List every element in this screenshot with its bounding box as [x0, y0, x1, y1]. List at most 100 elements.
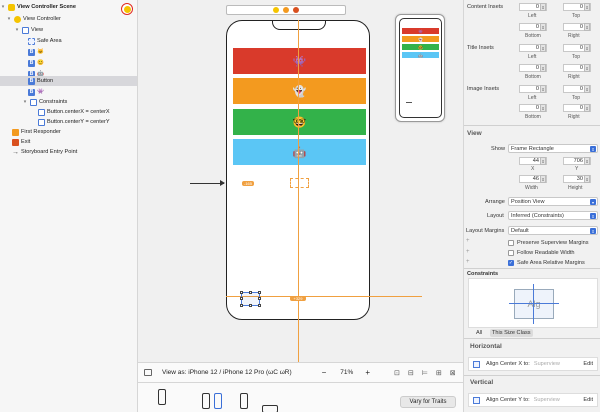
selected-button[interactable]	[240, 291, 261, 307]
constraints-tab-size-class[interactable]: This Size Class	[490, 329, 533, 337]
resize-handle[interactable]	[249, 304, 252, 307]
layout-popup[interactable]: Inferred (Constraints) ⇕	[508, 211, 598, 220]
outline-item-constraints[interactable]: ▾ Constraints	[22, 97, 67, 107]
outline-label: First Responder	[21, 129, 61, 135]
stepper-icon[interactable]: ⇕	[584, 64, 590, 72]
robot-button[interactable]: 🤖	[233, 139, 366, 165]
stepper-icon[interactable]: ⇕	[540, 44, 546, 52]
stepper-icon[interactable]: ⇕	[540, 157, 546, 165]
superview-label: Superview	[533, 397, 560, 403]
resize-handle[interactable]	[258, 297, 261, 300]
resize-handle[interactable]	[258, 304, 261, 307]
add-constraints-icon[interactable]: ⊞	[436, 369, 442, 377]
chevron-down-icon[interactable]: ▾	[0, 4, 6, 10]
chevron-updown-icon: ⇕	[590, 228, 596, 234]
outline-item-button-1[interactable]: B 🐱	[28, 47, 44, 57]
preserve-superview-checkbox[interactable]	[508, 240, 514, 246]
align-center-x-constraint[interactable]: Align Center X to: Superview Edit	[468, 357, 598, 371]
resolve-issues-icon[interactable]: ⊠	[450, 369, 456, 377]
device-iphone-12-mini-icon[interactable]	[202, 393, 210, 409]
zoom-in-icon[interactable]: +	[365, 368, 370, 377]
outline-item-first-responder[interactable]: First Responder	[12, 127, 61, 137]
strip-emoji: 👻	[418, 36, 423, 42]
stepper-icon[interactable]: ⇕	[540, 23, 546, 31]
follow-readable-checkbox[interactable]	[508, 250, 514, 256]
outline-item-view[interactable]: ▾ View	[14, 25, 43, 35]
embed-in-stack-icon[interactable]: ⊟	[408, 369, 414, 377]
align-center-y-constraint[interactable]: Align Center Y to: Superview Edit	[468, 393, 598, 407]
outline-item-constraint-y[interactable]: Button.centerY = centerY	[38, 117, 110, 127]
constraints-tab-all[interactable]: All	[474, 329, 484, 337]
view-controller-dock-icon[interactable]	[273, 7, 279, 13]
show-popup[interactable]: Frame Rectangle ⇕	[508, 144, 598, 153]
align-icon[interactable]: ⊨	[422, 369, 428, 377]
stepper-icon[interactable]: ⇕	[584, 23, 590, 31]
stepper-icon[interactable]: ⇕	[540, 3, 546, 11]
stepper-icon[interactable]: ⇕	[584, 157, 590, 165]
edit-button[interactable]: Edit	[583, 361, 593, 367]
outline-item-exit[interactable]: Exit	[12, 137, 30, 147]
layout-margins-label: Layout Margins	[466, 228, 505, 234]
update-frames-icon[interactable]: ⊡	[394, 369, 400, 377]
button-icon: B	[28, 77, 35, 85]
outline-item-scene[interactable]: ▾ View Controller Scene	[0, 2, 76, 12]
safe-area-relative-checkbox[interactable]: ✓	[508, 260, 514, 266]
device-iphone-12-pro-max-icon[interactable]	[240, 393, 248, 409]
plus-icon[interactable]: +	[466, 238, 470, 244]
stepper-icon[interactable]: ⇕	[584, 3, 590, 11]
stepper-icon[interactable]: ⇕	[540, 64, 546, 72]
content-insets-label: Content Insets	[467, 4, 504, 10]
device-orientation-landscape-icon[interactable]	[262, 405, 278, 412]
stepper-icon[interactable]: ⇕	[584, 44, 590, 52]
plus-icon[interactable]: +	[466, 259, 470, 265]
outline-item-constraint-x[interactable]: Button.centerX = centerX	[38, 107, 110, 117]
zoom-level[interactable]: 71%	[340, 369, 353, 376]
layout-margins-popup[interactable]: Default ⇕	[508, 226, 598, 235]
device-iphone-se-icon[interactable]	[158, 389, 166, 405]
first-responder-dock-icon[interactable]	[283, 7, 289, 13]
resize-handle[interactable]	[249, 291, 252, 294]
view-as-label[interactable]: View as: iPhone 12 / iPhone 12 Pro (ωC ω…	[162, 369, 292, 376]
nerd-face-button[interactable]: 🤓	[233, 109, 366, 135]
outline-item-button-selected[interactable]: B Button	[0, 76, 137, 86]
view-icon	[22, 26, 29, 34]
storyboard-entry-arrow-icon[interactable]	[190, 180, 225, 186]
purple-alien-button[interactable]: 👾	[233, 48, 366, 74]
strip-emoji: 🤖	[418, 52, 423, 58]
resize-handle[interactable]	[240, 297, 243, 300]
edit-button[interactable]: Edit	[583, 397, 593, 403]
outline-item-entry-point[interactable]: → Storyboard Entry Point	[12, 147, 77, 157]
zoom-out-icon[interactable]: −	[322, 368, 327, 377]
view-section-header: View	[467, 130, 482, 137]
stepper-icon[interactable]: ⇕	[540, 175, 546, 183]
device-iphone-12-icon[interactable]	[214, 393, 222, 409]
outline-toggle-icon[interactable]	[144, 369, 152, 376]
vary-for-traits-button[interactable]: Vary for Traits	[400, 396, 456, 408]
plus-icon[interactable]: +	[466, 249, 470, 255]
arrange-popup[interactable]: Position View ▾	[508, 197, 598, 206]
button-icon: B	[28, 88, 35, 96]
align-center-x-icon	[473, 360, 480, 368]
scene-dock-badge[interactable]	[121, 3, 133, 15]
storyboard-canvas[interactable]: 👾 👻 🤓 🤖 -165 +329 👾 👻 🤓 🤖 View as: iPhon…	[138, 0, 463, 412]
chevron-down-icon[interactable]: ▾	[6, 16, 12, 22]
resize-handle[interactable]	[240, 304, 243, 307]
stepper-icon[interactable]: ⇕	[584, 85, 590, 93]
outline-item-safe-area[interactable]: Safe Area	[28, 36, 62, 46]
chevron-down-icon[interactable]: ▾	[14, 27, 20, 33]
resize-handle[interactable]	[240, 291, 243, 294]
safe-area-icon	[28, 37, 35, 45]
outline-item-button-5[interactable]: B 👾	[28, 87, 44, 97]
scene-dock[interactable]	[226, 5, 346, 15]
ghost-button[interactable]: 👻	[233, 78, 366, 104]
outline-item-view-controller[interactable]: ▾ View Controller	[6, 14, 61, 24]
stepper-icon[interactable]: ⇕	[540, 85, 546, 93]
chevron-down-icon[interactable]: ▾	[22, 99, 28, 105]
stepper-icon[interactable]: ⇕	[584, 175, 590, 183]
stepper-icon[interactable]: ⇕	[584, 104, 590, 112]
scene-minimap[interactable]: 👾 👻 🤓 🤖	[395, 14, 445, 122]
exit-dock-icon[interactable]	[293, 7, 299, 13]
resize-handle[interactable]	[258, 291, 261, 294]
stepper-icon[interactable]: ⇕	[540, 104, 546, 112]
outline-item-button-2[interactable]: B 😊	[28, 58, 44, 68]
